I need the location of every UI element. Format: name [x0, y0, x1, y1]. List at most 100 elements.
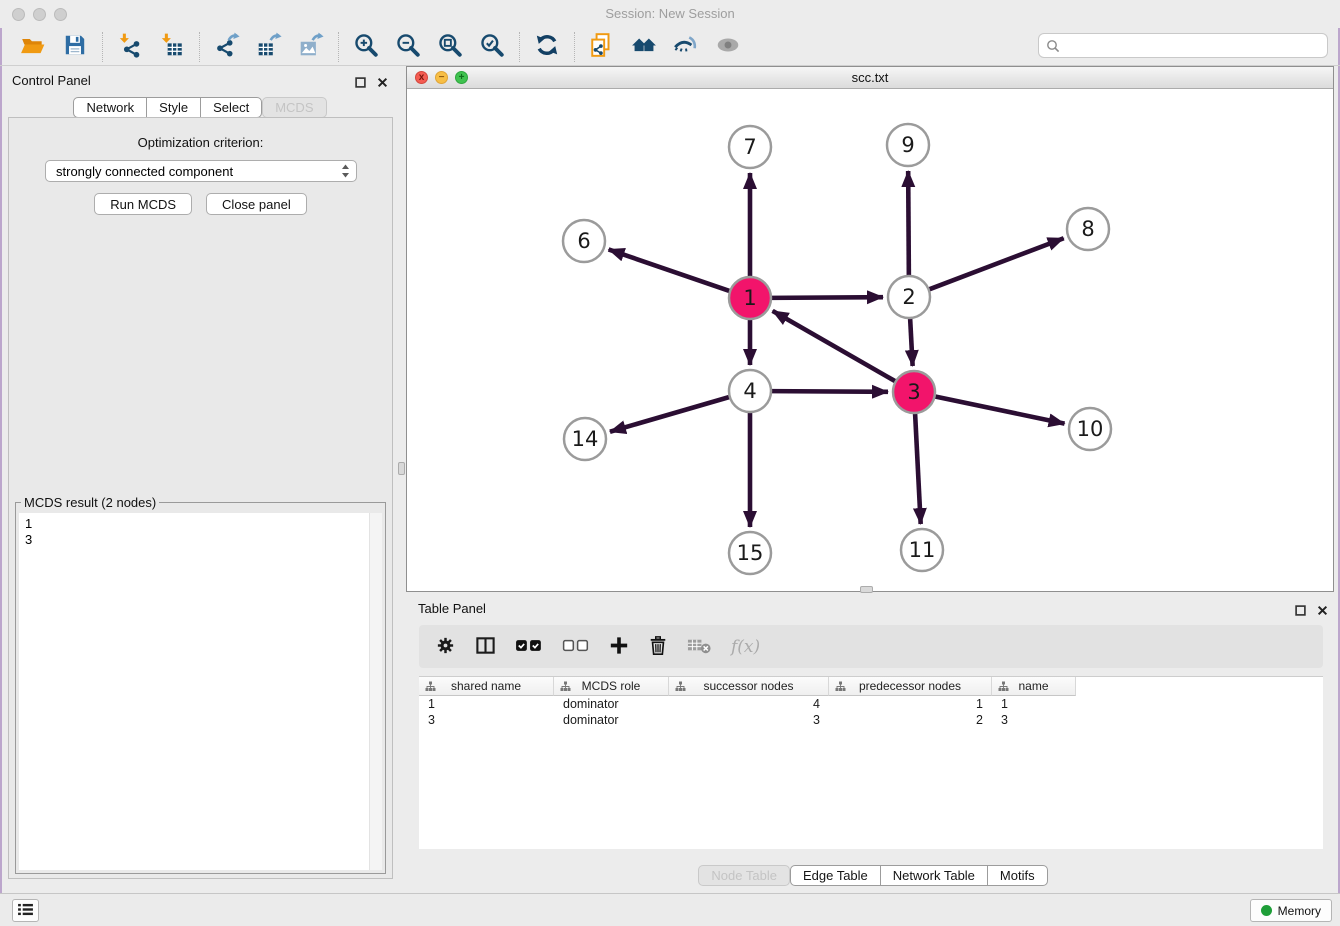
table-panel: Table Panel f(x) shared nameMCDS rolesuc…: [406, 594, 1340, 891]
network-minimize-button[interactable]: −: [435, 71, 448, 84]
zoom-selected-button[interactable]: [477, 32, 507, 62]
edge-1-2[interactable]: [771, 297, 883, 298]
tab-mcds[interactable]: MCDS: [262, 97, 326, 118]
horizontal-splitter-handle[interactable]: [860, 586, 873, 593]
close-window-button[interactable]: [12, 8, 25, 21]
delete-column-button[interactable]: [648, 634, 668, 660]
task-history-button[interactable]: [12, 899, 39, 922]
zoom-selected-icon: [479, 32, 505, 61]
export-image-button[interactable]: [296, 32, 326, 62]
node-11[interactable]: 11: [901, 529, 943, 571]
node-10[interactable]: 10: [1069, 408, 1111, 450]
table-cell[interactable]: 2: [829, 712, 992, 728]
export-table-button[interactable]: [254, 32, 284, 62]
node-6[interactable]: 6: [563, 220, 605, 262]
window-title: Session: New Session: [0, 0, 1340, 28]
memory-status-icon: [1261, 905, 1272, 916]
column-header-name[interactable]: name: [992, 677, 1076, 696]
tab-select[interactable]: Select: [200, 97, 262, 118]
search-box[interactable]: [1038, 33, 1328, 58]
run-mcds-button[interactable]: Run MCDS: [94, 193, 192, 215]
memory-button[interactable]: Memory: [1250, 899, 1332, 922]
table-cell[interactable]: 1: [992, 696, 1076, 712]
vertical-splitter-handle[interactable]: [398, 462, 405, 475]
export-network-button[interactable]: [212, 32, 242, 62]
table-cell[interactable]: dominator: [554, 712, 669, 728]
edge-1-6[interactable]: [609, 249, 731, 291]
hide-details-icon: [673, 32, 699, 61]
edge-2-3[interactable]: [910, 318, 913, 366]
node-3[interactable]: 3: [893, 371, 935, 413]
node-2[interactable]: 2: [888, 276, 930, 318]
node-8[interactable]: 8: [1067, 208, 1109, 250]
edge-2-8[interactable]: [929, 238, 1064, 289]
select-all-columns-button[interactable]: [515, 634, 543, 660]
edge-2-9[interactable]: [908, 171, 909, 276]
duplicate-network-button[interactable]: [587, 32, 617, 62]
column-header-successor-nodes[interactable]: successor nodes: [669, 677, 829, 696]
mcds-tab-page: Optimization criterion: strongly connect…: [8, 117, 393, 879]
table-cell[interactable]: 3: [669, 712, 829, 728]
refresh-button[interactable]: [532, 32, 562, 62]
edge-4-3[interactable]: [771, 391, 888, 392]
tab-style[interactable]: Style: [146, 97, 201, 118]
tab-edge-table[interactable]: Edge Table: [790, 865, 881, 886]
open-folder-button[interactable]: [18, 32, 48, 62]
settings-button[interactable]: [435, 634, 456, 660]
split-view-button[interactable]: [475, 634, 496, 660]
maximize-window-button[interactable]: [54, 8, 67, 21]
tab-node-table[interactable]: Node Table: [698, 865, 790, 886]
node-7[interactable]: 7: [729, 126, 771, 168]
save-button[interactable]: [60, 32, 90, 62]
tab-network-table[interactable]: Network Table: [880, 865, 988, 886]
mcds-result-box: MCDS result (2 nodes) 13: [15, 495, 386, 874]
close-panel-button[interactable]: Close panel: [206, 193, 307, 215]
node-15[interactable]: 15: [729, 532, 771, 574]
hide-details-button[interactable]: [671, 32, 701, 62]
network-canvas[interactable]: 7 9 6 8 1 2 4 3 14 10 15 11: [407, 89, 1333, 591]
node-9[interactable]: 9: [887, 124, 929, 166]
table-cell[interactable]: 4: [669, 696, 829, 712]
deselect-all-columns-button[interactable]: [562, 634, 590, 660]
node-1[interactable]: 1: [729, 277, 771, 319]
import-table-button[interactable]: [157, 32, 187, 62]
column-header-shared-name[interactable]: shared name: [419, 677, 554, 696]
edge-4-14[interactable]: [610, 397, 730, 432]
close-table-panel-icon[interactable]: [1317, 603, 1328, 621]
table-cell[interactable]: dominator: [554, 696, 669, 712]
column-header-mcds-role[interactable]: MCDS role: [554, 677, 669, 696]
table-row[interactable]: 3dominator323: [419, 712, 1323, 728]
table-cell[interactable]: 3: [992, 712, 1076, 728]
table-row[interactable]: 1dominator411: [419, 696, 1323, 712]
tab-motifs[interactable]: Motifs: [987, 865, 1048, 886]
network-maximize-button[interactable]: +: [455, 71, 468, 84]
float-table-panel-icon[interactable]: [1295, 603, 1306, 621]
tab-network[interactable]: Network: [73, 97, 147, 118]
float-panel-icon[interactable]: [355, 75, 366, 93]
column-header-predecessor-nodes[interactable]: predecessor nodes: [829, 677, 992, 696]
edge-3-10[interactable]: [935, 396, 1065, 423]
home-button[interactable]: [629, 32, 659, 62]
node-14[interactable]: 14: [564, 418, 606, 460]
network-close-button[interactable]: x: [415, 71, 428, 84]
close-panel-icon[interactable]: [377, 75, 388, 93]
minimize-window-button[interactable]: [33, 8, 46, 21]
import-network-button[interactable]: [115, 32, 145, 62]
zoom-fit-icon: [437, 32, 463, 61]
zoom-out-button[interactable]: [393, 32, 423, 62]
criterion-select[interactable]: strongly connected component: [45, 160, 357, 182]
table-cell[interactable]: 3: [419, 712, 554, 728]
table-cell[interactable]: 1: [829, 696, 992, 712]
node-4[interactable]: 4: [729, 370, 771, 412]
zoom-in-button[interactable]: [351, 32, 381, 62]
zoom-fit-button[interactable]: [435, 32, 465, 62]
table-cell[interactable]: 1: [419, 696, 554, 712]
edge-3-1[interactable]: [773, 311, 896, 382]
mcds-result-area[interactable]: 13: [19, 513, 382, 870]
add-column-button[interactable]: [609, 634, 629, 660]
result-scrollbar[interactable]: [369, 513, 382, 870]
delete-table-button: [687, 634, 712, 660]
edge-3-11[interactable]: [915, 413, 921, 524]
network-window-titlebar[interactable]: x − + scc.txt: [407, 67, 1333, 89]
search-input[interactable]: [1065, 37, 1320, 54]
